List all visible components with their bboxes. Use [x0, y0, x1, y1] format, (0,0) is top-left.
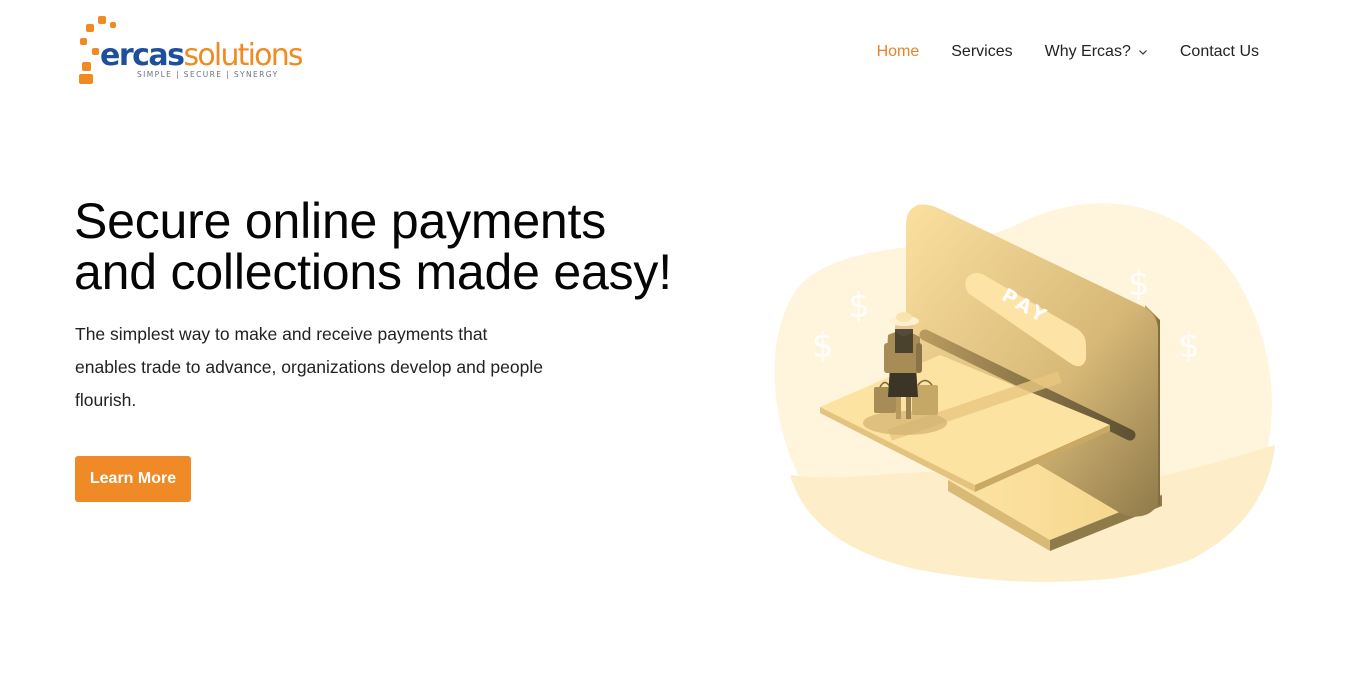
logo-square	[82, 62, 91, 71]
logo-square	[110, 22, 116, 28]
logo-name-part1: ercas	[100, 38, 185, 73]
nav-item-label: Services	[951, 43, 1013, 60]
nav-item-label: Contact Us	[1179, 43, 1259, 60]
hero-title-line1: Secure online payments	[74, 193, 607, 249]
nav-item-contact-us[interactable]: Contact Us	[1180, 43, 1259, 61]
logo[interactable]: ercassolutions SIMPLE | SECURE | SYNERGY	[76, 14, 304, 88]
hero-title: Secure online payments and collections m…	[74, 196, 734, 298]
logo-tagline: SIMPLE | SECURE | SYNERGY	[137, 70, 279, 79]
dollar-icon: $	[1178, 326, 1200, 366]
main-nav: Home Services Why Ercas? Contact Us	[877, 40, 1259, 64]
dollar-icon: $	[1128, 264, 1150, 304]
page: ercassolutions SIMPLE | SECURE | SYNERGY…	[0, 0, 1345, 690]
learn-more-button[interactable]: Learn More	[75, 456, 191, 502]
logo-square	[79, 74, 93, 84]
payment-illustration: $ $ $ $ PAY	[774, 203, 1275, 582]
nav-item-home[interactable]: Home	[877, 43, 920, 61]
logo-square	[80, 38, 87, 45]
site-header: ercassolutions SIMPLE | SECURE | SYNERGY…	[0, 0, 1345, 102]
nav-item-why-ercas[interactable]: Why Ercas?	[1045, 43, 1148, 61]
nav-item-label: Home	[876, 43, 920, 60]
logo-square	[86, 24, 94, 32]
logo-square	[92, 48, 99, 55]
nav-item-services[interactable]: Services	[951, 43, 1012, 61]
dollar-icon: $	[812, 326, 834, 366]
logo-name-part2: solutions	[183, 38, 304, 73]
hero-description: The simplest way to make and receive pay…	[75, 324, 543, 410]
chevron-down-icon	[1138, 50, 1147, 55]
dollar-icon: $	[848, 286, 870, 326]
nav-item-label: Why Ercas?	[1044, 43, 1131, 60]
logo-square	[98, 16, 106, 24]
hero-title-line2: and collections made easy!	[74, 244, 672, 300]
logo-wordmark: ercassolutions	[100, 38, 304, 74]
